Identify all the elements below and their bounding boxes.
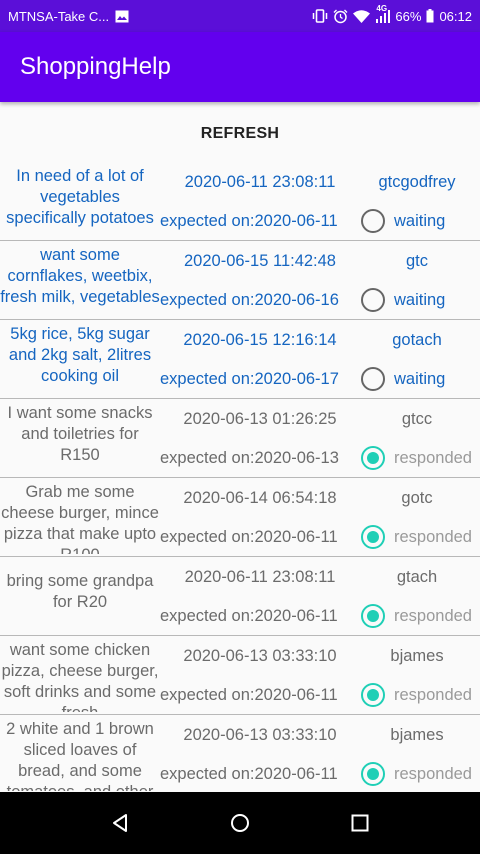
- status-radio[interactable]: [361, 525, 385, 549]
- status-label: waiting: [394, 291, 446, 309]
- app-title: ShoppingHelp: [20, 53, 171, 80]
- recents-icon[interactable]: [349, 812, 371, 834]
- status-label: responded: [394, 449, 472, 467]
- request-user: gtcc: [401, 410, 433, 428]
- expected-date: expected on:2020-06-11: [160, 765, 338, 783]
- expected-date: expected on:2020-06-11: [160, 686, 338, 704]
- status-label: responded: [394, 528, 472, 546]
- refresh-button[interactable]: REFRESH: [0, 112, 480, 156]
- status-bar: MTNSA-Take C... 4G 66% 06:12: [0, 0, 480, 32]
- expected-date: expected on:2020-06-17: [160, 370, 339, 388]
- request-description: bring some grandpa for R20: [6, 572, 154, 611]
- status-radio[interactable]: [361, 762, 385, 786]
- expected-date: expected on:2020-06-11: [160, 212, 338, 230]
- list-item[interactable]: I want some snacks and toiletries for R1…: [0, 399, 480, 478]
- battery-icon: [426, 9, 434, 23]
- list-item[interactable]: bring some grandpa for R20 2020-06-11 23…: [0, 557, 480, 636]
- expected-date: expected on:2020-06-11: [160, 607, 338, 625]
- clock-time: 06:12: [439, 8, 472, 24]
- request-user: gtc: [405, 252, 428, 270]
- wifi-icon: [353, 9, 371, 23]
- status-radio[interactable]: [361, 683, 385, 707]
- request-user: gtcgodfrey: [378, 173, 456, 191]
- gallery-icon: [115, 10, 129, 23]
- request-description: Grab me some cheese burger, mince pizza …: [1, 483, 159, 554]
- request-description: want some cornflakes, weetbix, fresh mil…: [0, 246, 160, 306]
- status-label: responded: [394, 686, 472, 704]
- battery-percent: 66%: [395, 8, 422, 24]
- status-radio[interactable]: [361, 604, 385, 628]
- list-item[interactable]: Grab me some cheese burger, mince pizza …: [0, 478, 480, 557]
- request-user: bjames: [390, 647, 444, 665]
- request-date: 2020-06-11 23:08:11: [184, 173, 336, 191]
- request-date: 2020-06-11 23:08:11: [184, 568, 336, 586]
- status-radio[interactable]: [361, 288, 385, 312]
- request-date: 2020-06-13 01:26:25: [183, 410, 337, 428]
- request-date: 2020-06-15 12:16:14: [183, 331, 337, 349]
- request-list: In need of a lot of vegetables specifica…: [0, 162, 480, 792]
- app-bar: ShoppingHelp: [0, 32, 480, 102]
- signal-icon: 4G: [375, 4, 391, 23]
- navigation-bar: [0, 792, 480, 854]
- request-date: 2020-06-14 06:54:18: [183, 489, 337, 507]
- request-description: I want some snacks and toiletries for R1…: [7, 404, 153, 464]
- back-icon[interactable]: [109, 812, 131, 834]
- request-date: 2020-06-13 03:33:10: [183, 647, 337, 665]
- request-description: 5kg rice, 5kg sugar and 2kg salt, 2litre…: [8, 325, 152, 385]
- request-date: 2020-06-15 11:42:48: [184, 252, 336, 270]
- status-label: responded: [394, 765, 472, 783]
- expected-date: expected on:2020-06-11: [160, 528, 338, 546]
- request-user: gtach: [396, 568, 438, 586]
- home-icon[interactable]: [229, 812, 251, 834]
- request-description: In need of a lot of vegetables specifica…: [6, 167, 154, 227]
- list-item[interactable]: want some cornflakes, weetbix, fresh mil…: [0, 241, 480, 320]
- status-radio[interactable]: [361, 209, 385, 233]
- carrier-name: MTNSA-Take C...: [8, 8, 110, 24]
- request-description: 2 white and 1 brown sliced loaves of bre…: [6, 720, 154, 791]
- vibrate-icon: [312, 9, 328, 23]
- request-user: gotc: [401, 489, 433, 507]
- status-label: waiting: [394, 212, 446, 230]
- expected-date: expected on:2020-06-16: [160, 291, 339, 309]
- request-user: bjames: [390, 726, 444, 744]
- list-item[interactable]: want some chicken pizza, cheese burger, …: [0, 636, 480, 715]
- request-date: 2020-06-13 03:33:10: [183, 726, 337, 744]
- request-user: gotach: [392, 331, 442, 349]
- list-item[interactable]: 5kg rice, 5kg sugar and 2kg salt, 2litre…: [0, 320, 480, 399]
- alarm-icon: [333, 9, 348, 24]
- status-label: responded: [394, 607, 472, 625]
- list-item[interactable]: 2 white and 1 brown sliced loaves of bre…: [0, 715, 480, 792]
- request-description: want some chicken pizza, cheese burger, …: [1, 641, 159, 712]
- list-item[interactable]: In need of a lot of vegetables specifica…: [0, 162, 480, 241]
- status-radio[interactable]: [361, 446, 385, 470]
- expected-date: expected on:2020-06-13: [160, 449, 339, 467]
- status-label: waiting: [394, 370, 446, 388]
- status-radio[interactable]: [361, 367, 385, 391]
